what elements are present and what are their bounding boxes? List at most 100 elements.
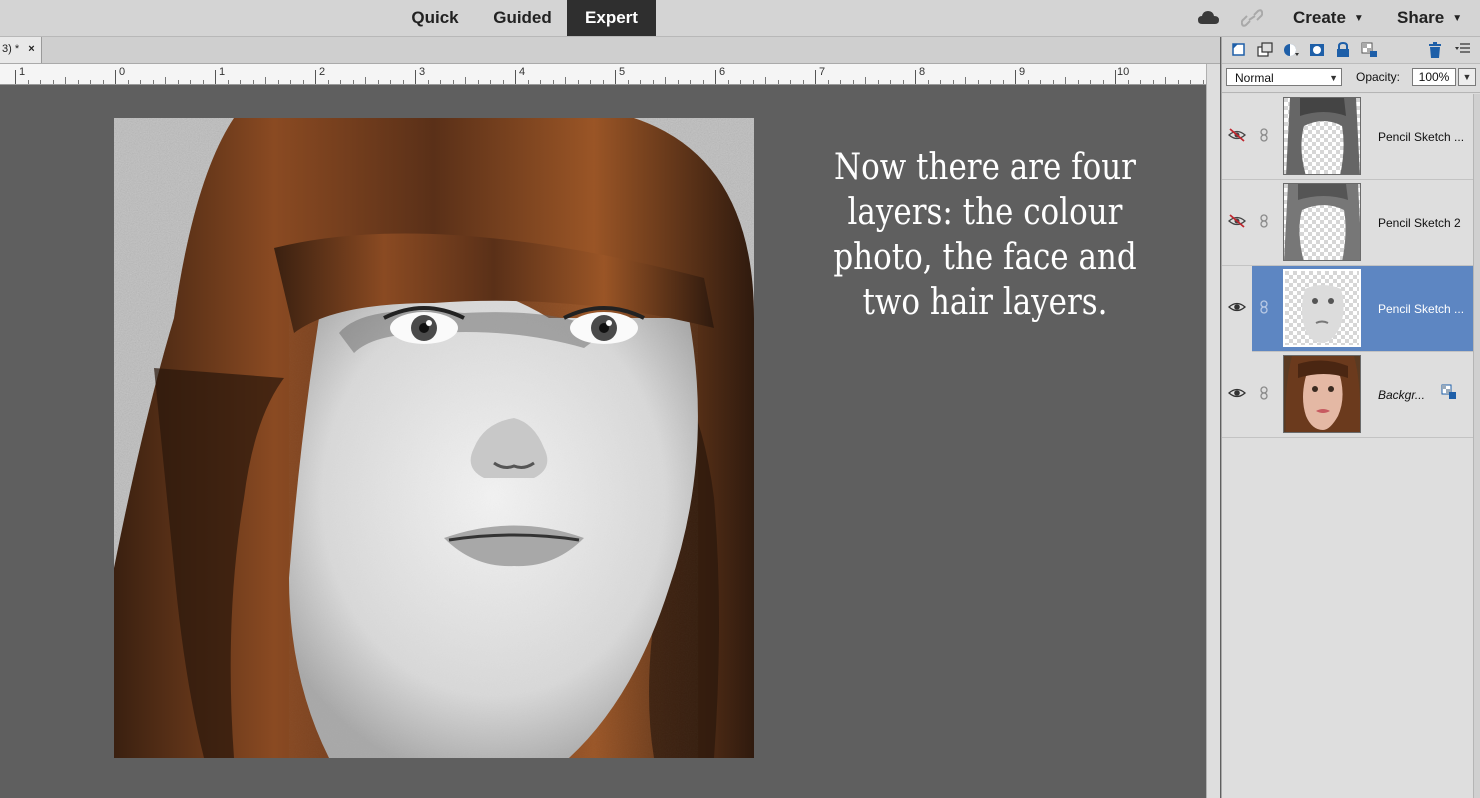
ruler-label: 3 xyxy=(419,66,426,78)
layer-thumbnail[interactable] xyxy=(1283,355,1361,433)
ruler-tick xyxy=(340,80,341,84)
ruler-tick xyxy=(652,80,654,84)
ruler-tick xyxy=(1027,80,1029,84)
blend-mode-value: Normal xyxy=(1235,71,1274,85)
document-tab[interactable]: 3) * × xyxy=(0,37,42,63)
ruler-tick xyxy=(315,70,316,84)
ruler-tick xyxy=(402,80,404,84)
ruler-tick xyxy=(1077,80,1079,84)
layer-link-icon[interactable] xyxy=(1259,300,1269,314)
ruler-tick xyxy=(290,80,291,84)
ruler-tick xyxy=(777,80,779,84)
ruler-tick xyxy=(627,80,629,84)
ruler-tick xyxy=(390,80,391,84)
ruler-tick xyxy=(365,77,366,84)
eye-hidden-icon[interactable] xyxy=(1228,128,1246,142)
ruler-tick xyxy=(427,80,429,84)
new-group-icon[interactable] xyxy=(1256,41,1274,59)
ruler-label: 7 xyxy=(819,66,826,78)
layer-row-pencil-sketch-face[interactable]: Pencil Sketch ... xyxy=(1222,266,1473,352)
canvas-vertical-scrollbar[interactable] xyxy=(1206,64,1220,798)
layer-name[interactable]: Pencil Sketch 2 xyxy=(1378,216,1461,230)
ruler-tick xyxy=(727,80,729,84)
layer-thumbnail[interactable] xyxy=(1283,269,1361,347)
share-menu[interactable]: Share ▼ xyxy=(1397,0,1462,36)
opacity-input[interactable]: 100% xyxy=(1412,68,1456,86)
ruler-tick xyxy=(52,80,54,84)
mode-tab-expert[interactable]: Expert xyxy=(567,0,656,36)
ruler-tick xyxy=(327,80,329,84)
ruler-tick xyxy=(890,80,891,84)
new-layer-icon[interactable] xyxy=(1230,41,1248,59)
ruler-tick xyxy=(1002,80,1004,84)
ruler-tick xyxy=(1052,80,1054,84)
ruler-tick xyxy=(440,80,441,84)
ruler-label: 1 xyxy=(19,66,26,78)
link-icon[interactable] xyxy=(1241,8,1263,28)
layer-link-icon[interactable] xyxy=(1259,386,1269,400)
eye-icon[interactable] xyxy=(1228,386,1246,400)
ruler-tick xyxy=(602,80,604,84)
eye-icon[interactable] xyxy=(1228,300,1246,314)
ruler-label: 2 xyxy=(319,66,326,78)
ruler-tick xyxy=(565,77,566,84)
trash-icon[interactable] xyxy=(1426,41,1444,59)
opacity-dropdown-button[interactable]: ▼ xyxy=(1458,68,1476,86)
ruler-tick xyxy=(640,80,641,84)
layer-thumbnail[interactable] xyxy=(1283,183,1361,261)
lock-transparency-icon[interactable] xyxy=(1441,384,1457,400)
mode-tab-guided[interactable]: Guided xyxy=(480,0,565,36)
chevron-down-icon: ▼ xyxy=(1329,73,1338,83)
ruler-tick xyxy=(202,80,204,84)
ruler-tick xyxy=(1177,80,1179,84)
eye-hidden-icon[interactable] xyxy=(1228,214,1246,228)
ruler-tick xyxy=(877,80,879,84)
layer-mask-icon[interactable] xyxy=(1308,41,1326,59)
ruler-label: 9 xyxy=(1019,66,1026,78)
layer-row-background[interactable]: Backgr... xyxy=(1222,352,1473,438)
ruler-tick xyxy=(115,70,116,84)
ruler-tick xyxy=(452,80,454,84)
lock-transparency-icon[interactable] xyxy=(1360,41,1378,59)
document-image[interactable] xyxy=(114,118,754,758)
ruler-tick xyxy=(102,80,104,84)
panel-menu-icon[interactable] xyxy=(1454,41,1472,59)
ruler-tick xyxy=(715,70,716,84)
layers-scrollbar[interactable] xyxy=(1473,94,1480,798)
layers-panel: Normal ▼ Opacity: 100% ▼ Pencil Sketch .… xyxy=(1221,37,1480,798)
ruler-tick xyxy=(865,77,866,84)
cloud-icon[interactable] xyxy=(1197,9,1221,27)
layer-link-icon[interactable] xyxy=(1259,214,1269,228)
ruler-tick xyxy=(515,70,516,84)
ruler-tick xyxy=(27,80,29,84)
ruler-tick xyxy=(227,80,229,84)
canvas-area[interactable]: Now there are four layers: the colour ph… xyxy=(0,85,1206,798)
ruler-tick xyxy=(665,77,666,84)
ruler-tick xyxy=(502,80,504,84)
ruler-tick xyxy=(927,80,929,84)
ruler-tick xyxy=(1115,70,1116,84)
ruler-label: 4 xyxy=(519,66,526,78)
blend-mode-select[interactable]: Normal ▼ xyxy=(1226,68,1342,86)
ruler-tick xyxy=(1102,80,1104,84)
mode-tab-quick[interactable]: Quick xyxy=(395,0,475,36)
ruler-tick xyxy=(815,70,816,84)
document-tab-title: 3) * xyxy=(2,43,20,55)
ruler-tick xyxy=(677,80,679,84)
layer-row-pencil-sketch-2[interactable]: Pencil Sketch 2 xyxy=(1222,180,1473,266)
close-icon[interactable]: × xyxy=(28,43,34,55)
ruler-tick xyxy=(152,80,154,84)
ruler-tick xyxy=(1140,80,1141,84)
layer-row-pencil-sketch-top[interactable]: Pencil Sketch ... xyxy=(1222,94,1473,180)
layer-thumbnail[interactable] xyxy=(1283,97,1361,175)
lock-icon[interactable] xyxy=(1334,41,1352,59)
ruler-tick xyxy=(1152,80,1154,84)
ruler-label: 0 xyxy=(119,66,126,78)
create-menu[interactable]: Create ▼ xyxy=(1293,0,1364,36)
ruler-tick xyxy=(840,80,841,84)
adjustment-layer-icon[interactable] xyxy=(1282,41,1300,59)
layer-name[interactable]: Pencil Sketch ... xyxy=(1378,130,1464,144)
layer-link-icon[interactable] xyxy=(1259,128,1269,142)
layer-name[interactable]: Backgr... xyxy=(1378,388,1425,402)
layer-name[interactable]: Pencil Sketch ... xyxy=(1378,302,1464,316)
